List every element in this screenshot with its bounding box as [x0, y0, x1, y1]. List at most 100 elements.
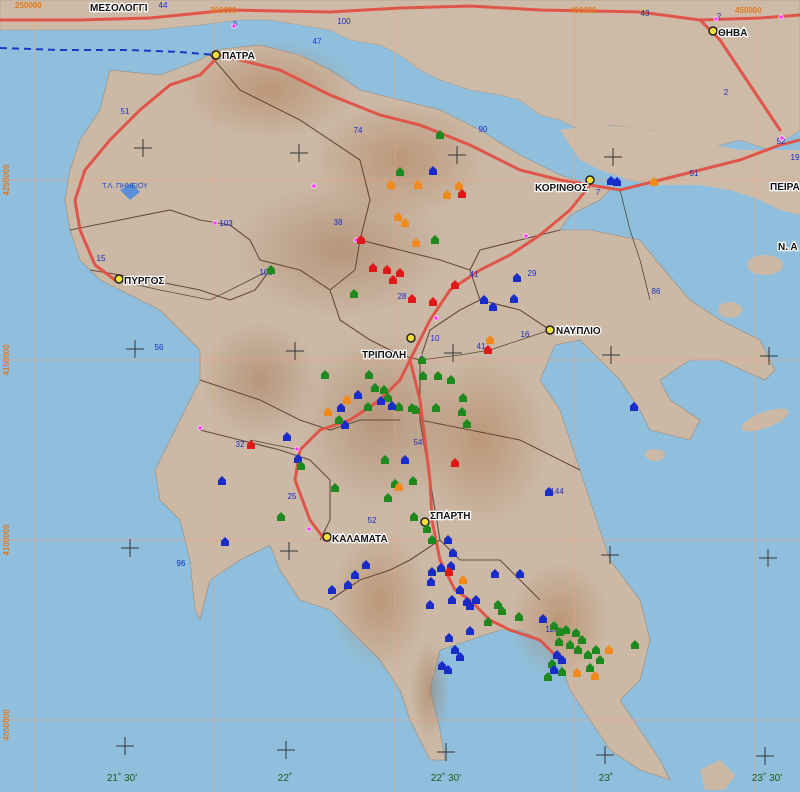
- site-marker-icon[interactable]: [388, 401, 396, 410]
- site-marker-icon[interactable]: [343, 395, 351, 404]
- site-marker-icon[interactable]: [377, 396, 385, 405]
- site-marker-icon[interactable]: [328, 585, 336, 594]
- site-marker-icon[interactable]: [369, 263, 377, 272]
- site-marker-icon[interactable]: [449, 548, 457, 557]
- site-marker-icon[interactable]: [429, 166, 437, 175]
- site-marker-icon[interactable]: [584, 650, 592, 659]
- site-marker-icon[interactable]: [562, 625, 570, 634]
- site-marker-icon[interactable]: [426, 600, 434, 609]
- site-marker-icon[interactable]: [592, 645, 600, 654]
- city-marker-icon[interactable]: [114, 274, 124, 284]
- site-marker-icon[interactable]: [267, 265, 275, 274]
- site-marker-icon[interactable]: [371, 383, 379, 392]
- site-marker-icon[interactable]: [409, 476, 417, 485]
- site-marker-icon[interactable]: [436, 130, 444, 139]
- site-marker-icon[interactable]: [444, 535, 452, 544]
- site-marker-icon[interactable]: [321, 370, 329, 379]
- site-marker-icon[interactable]: [412, 238, 420, 247]
- site-marker-icon[interactable]: [515, 612, 523, 621]
- site-marker-icon[interactable]: [283, 432, 291, 441]
- site-marker-icon[interactable]: [484, 617, 492, 626]
- site-marker-icon[interactable]: [429, 297, 437, 306]
- site-marker-icon[interactable]: [221, 537, 229, 546]
- site-marker-icon[interactable]: [428, 567, 436, 576]
- site-marker-icon[interactable]: [395, 402, 403, 411]
- site-marker-icon[interactable]: [380, 385, 388, 394]
- site-marker-icon[interactable]: [472, 595, 480, 604]
- site-marker-icon[interactable]: [630, 402, 638, 411]
- site-marker-icon[interactable]: [486, 335, 494, 344]
- site-marker-icon[interactable]: [555, 637, 563, 646]
- site-marker-icon[interactable]: [445, 633, 453, 642]
- site-marker-icon[interactable]: [480, 295, 488, 304]
- site-marker-icon[interactable]: [466, 626, 474, 635]
- site-marker-icon[interactable]: [491, 569, 499, 578]
- site-marker-icon[interactable]: [401, 455, 409, 464]
- city-marker-icon[interactable]: [406, 333, 416, 343]
- site-marker-icon[interactable]: [362, 560, 370, 569]
- site-marker-icon[interactable]: [451, 458, 459, 467]
- site-marker-icon[interactable]: [459, 393, 467, 402]
- site-marker-icon[interactable]: [389, 275, 397, 284]
- site-marker-icon[interactable]: [550, 621, 558, 630]
- site-marker-icon[interactable]: [384, 493, 392, 502]
- site-marker-icon[interactable]: [586, 663, 594, 672]
- peloponnese-map[interactable]: 250000 300000 400000 450000 4250000 4150000 41…: [0, 0, 800, 792]
- site-marker-icon[interactable]: [396, 268, 404, 277]
- site-marker-icon[interactable]: [573, 668, 581, 677]
- site-marker-icon[interactable]: [335, 415, 343, 424]
- site-marker-icon[interactable]: [650, 177, 658, 186]
- site-marker-icon[interactable]: [539, 614, 547, 623]
- site-marker-icon[interactable]: [337, 403, 345, 412]
- site-marker-icon[interactable]: [458, 407, 466, 416]
- site-marker-icon[interactable]: [414, 180, 422, 189]
- site-marker-icon[interactable]: [447, 375, 455, 384]
- site-marker-icon[interactable]: [324, 407, 332, 416]
- site-marker-icon[interactable]: [558, 667, 566, 676]
- site-marker-icon[interactable]: [408, 294, 416, 303]
- site-marker-icon[interactable]: [443, 190, 451, 199]
- site-marker-icon[interactable]: [277, 512, 285, 521]
- city-marker-icon[interactable]: [322, 532, 332, 542]
- site-marker-icon[interactable]: [516, 569, 524, 578]
- site-marker-icon[interactable]: [381, 455, 389, 464]
- site-marker-icon[interactable]: [427, 577, 435, 586]
- site-marker-icon[interactable]: [331, 483, 339, 492]
- site-marker-icon[interactable]: [419, 371, 427, 380]
- site-marker-icon[interactable]: [428, 535, 436, 544]
- site-marker-icon[interactable]: [384, 393, 392, 402]
- site-marker-icon[interactable]: [513, 273, 521, 282]
- site-marker-icon[interactable]: [350, 289, 358, 298]
- site-marker-icon[interactable]: [456, 585, 464, 594]
- site-marker-icon[interactable]: [455, 181, 463, 190]
- site-marker-icon[interactable]: [458, 189, 466, 198]
- site-marker-icon[interactable]: [431, 235, 439, 244]
- site-marker-icon[interactable]: [387, 180, 395, 189]
- site-marker-icon[interactable]: [596, 655, 604, 664]
- site-marker-icon[interactable]: [613, 177, 621, 186]
- site-marker-icon[interactable]: [631, 640, 639, 649]
- site-marker-icon[interactable]: [572, 628, 580, 637]
- site-marker-icon[interactable]: [218, 476, 226, 485]
- city-marker-icon[interactable]: [708, 26, 718, 36]
- site-marker-icon[interactable]: [437, 563, 445, 572]
- site-marker-icon[interactable]: [365, 370, 373, 379]
- site-marker-icon[interactable]: [396, 167, 404, 176]
- site-marker-icon[interactable]: [605, 645, 613, 654]
- site-marker-icon[interactable]: [394, 212, 402, 221]
- site-marker-icon[interactable]: [451, 645, 459, 654]
- site-marker-icon[interactable]: [357, 235, 365, 244]
- site-marker-icon[interactable]: [344, 580, 352, 589]
- site-marker-icon[interactable]: [463, 419, 471, 428]
- site-marker-icon[interactable]: [351, 570, 359, 579]
- city-marker-icon[interactable]: [211, 50, 221, 60]
- site-marker-icon[interactable]: [434, 371, 442, 380]
- site-marker-icon[interactable]: [566, 640, 574, 649]
- site-marker-icon[interactable]: [574, 645, 582, 654]
- site-marker-icon[interactable]: [489, 302, 497, 311]
- site-marker-icon[interactable]: [448, 595, 456, 604]
- site-marker-icon[interactable]: [510, 294, 518, 303]
- site-marker-icon[interactable]: [591, 671, 599, 680]
- site-marker-icon[interactable]: [401, 218, 409, 227]
- site-marker-icon[interactable]: [354, 390, 362, 399]
